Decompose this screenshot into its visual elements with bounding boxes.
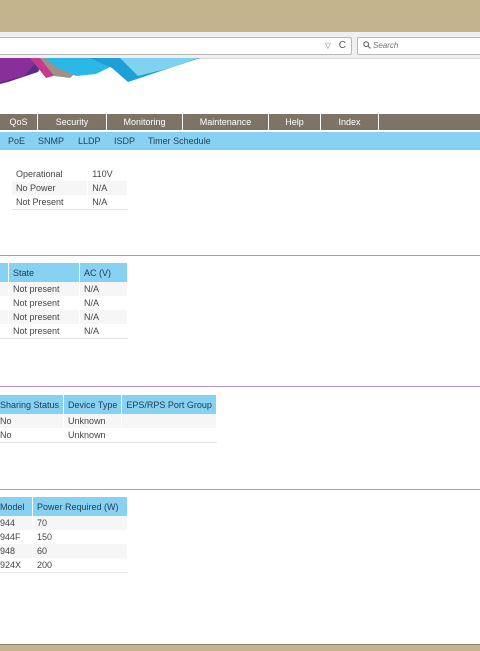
menu-maintenance[interactable]: Maintenance	[183, 114, 269, 130]
table-header-cell: Model	[0, 497, 33, 516]
table-cell: N/A	[79, 296, 128, 310]
table-cell	[121, 428, 217, 443]
menu-security[interactable]: Security	[38, 114, 107, 130]
power-required-table: Model Power Required (W) 944 70 944F 150…	[0, 497, 128, 573]
menu-help[interactable]: Help	[269, 114, 321, 130]
table-cell: 150	[32, 530, 128, 544]
table-cell: 60	[32, 544, 128, 558]
table-cell: 110V	[87, 167, 128, 181]
main-menu: QoS Security Monitoring Maintenance Help…	[0, 114, 480, 130]
table-row: No Unknown	[0, 414, 217, 428]
menu-qos[interactable]: QoS	[0, 114, 38, 130]
table-cell: 944F	[0, 530, 33, 544]
table-header-row: Model Power Required (W)	[0, 497, 128, 516]
table-row: 944 70	[0, 516, 128, 530]
submenu-poe[interactable]: PoE	[8, 132, 25, 150]
table-cell: No	[0, 414, 65, 428]
table-cell: N/A	[79, 282, 128, 296]
section-divider	[0, 489, 480, 490]
table-cell: No	[0, 428, 65, 443]
table-row: Not present N/A	[0, 310, 128, 324]
table-cell: N/A	[87, 181, 128, 195]
window-titlebar	[0, 0, 480, 32]
section-divider	[0, 386, 480, 387]
table-row: Not Present N/A	[12, 195, 128, 210]
table-cell: Unknown	[63, 428, 123, 443]
search-box[interactable]	[357, 37, 480, 55]
table-cell	[0, 324, 9, 339]
search-icon	[363, 41, 371, 49]
submenu-snmp[interactable]: SNMP	[38, 132, 64, 150]
table-cell	[0, 296, 9, 310]
table-cell: No Power	[12, 181, 89, 195]
table-cell	[0, 282, 9, 296]
table-row: Operational 110V	[12, 167, 128, 181]
submenu-isdp[interactable]: ISDP	[114, 132, 135, 150]
table-cell: Not Present	[12, 195, 89, 210]
table-row: Not present N/A	[0, 282, 128, 296]
menu-monitoring[interactable]: Monitoring	[107, 114, 183, 130]
sub-menu: PoE SNMP LLDP ISDP Timer Schedule	[0, 132, 480, 150]
table-cell: N/A	[79, 324, 128, 339]
menu-index[interactable]: Index	[321, 114, 379, 130]
history-dropdown-icon[interactable]: ▽	[325, 40, 331, 52]
search-input[interactable]	[373, 39, 478, 52]
table-header-cell: Device Type	[63, 395, 123, 414]
table-row: Not present N/A	[0, 296, 128, 310]
table-header-row: Sharing Status Device Type EPS/RPS Port …	[0, 395, 217, 414]
submenu-timer-schedule[interactable]: Timer Schedule	[148, 132, 211, 150]
reload-icon[interactable]: C	[339, 39, 346, 52]
table-cell: 200	[32, 558, 128, 573]
table-cell: Operational	[12, 167, 89, 181]
table-cell: Not present	[8, 282, 80, 296]
address-bar[interactable]: ▽ C	[0, 37, 352, 55]
table-cell: N/A	[79, 310, 128, 324]
table-row: 924X 200	[0, 558, 128, 573]
table-cell: 948	[0, 544, 33, 558]
table-cell: 924X	[0, 558, 33, 573]
table-row: 948 60	[0, 544, 128, 558]
table-header-cell: State	[8, 263, 80, 282]
table-row: No Unknown	[0, 428, 217, 443]
table-cell: Unknown	[63, 414, 123, 428]
table-header-cell: AC (V)	[79, 263, 128, 282]
power-status-table: Operational 110V No Power N/A Not Presen…	[12, 167, 128, 210]
table-row: No Power N/A	[12, 181, 128, 195]
table-header-row: State AC (V)	[0, 263, 128, 282]
brand-banner	[0, 58, 200, 84]
section-divider	[0, 255, 480, 256]
table-cell: 944	[0, 516, 33, 530]
table-header-cell: EPS/RPS Port Group	[121, 395, 217, 414]
table-header-cell	[0, 263, 9, 282]
rps-modules-table: State AC (V) Not present N/A Not present…	[0, 263, 128, 339]
table-cell	[0, 310, 9, 324]
submenu-lldp[interactable]: LLDP	[78, 132, 101, 150]
table-cell: 70	[32, 516, 128, 530]
table-cell: Not present	[8, 296, 80, 310]
table-header-cell: Power Required (W)	[32, 497, 128, 516]
table-cell: Not present	[8, 310, 80, 324]
table-cell	[121, 414, 217, 428]
table-header-cell: Sharing Status	[0, 395, 65, 414]
table-cell: Not present	[8, 324, 80, 339]
table-row: Not present N/A	[0, 324, 128, 339]
table-row: 944F 150	[0, 530, 128, 544]
table-cell: N/A	[87, 195, 128, 210]
eps-rps-table: Sharing Status Device Type EPS/RPS Port …	[0, 395, 217, 443]
